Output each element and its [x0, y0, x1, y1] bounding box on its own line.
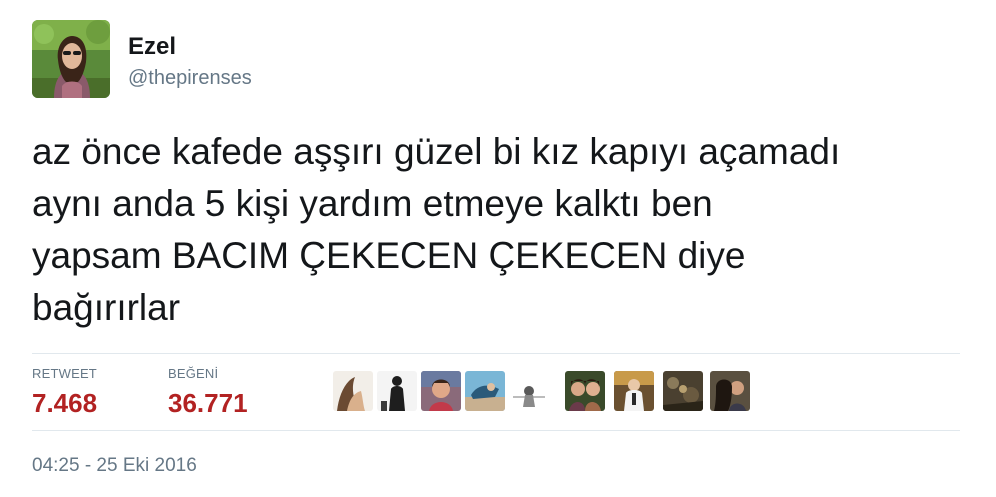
retweet-count[interactable]: 7.468 — [32, 388, 97, 418]
liker-avatar[interactable] — [377, 371, 417, 411]
tweet-card: Ezel @thepirenses az önce kafede aşşırı … — [0, 0, 996, 497]
tweet-text: az önce kafede aşşırı güzel bi kız kapıy… — [32, 131, 841, 328]
user-avatar-icon — [614, 371, 654, 411]
user-avatar-icon — [465, 371, 505, 411]
display-name[interactable]: Ezel — [128, 33, 176, 61]
like-stat[interactable]: BEĞENİ 36.771 — [168, 366, 248, 418]
retweet-label: RETWEET — [32, 366, 97, 381]
user-avatar-icon — [565, 371, 605, 411]
user-avatar-icon — [509, 371, 549, 411]
liker-avatar[interactable] — [663, 371, 703, 411]
user-avatar-icon — [663, 371, 703, 411]
liker-avatar[interactable] — [421, 371, 461, 411]
liker-avatar[interactable] — [710, 371, 750, 411]
user-handle[interactable]: @thepirenses — [128, 66, 252, 90]
avatar-photo-icon — [32, 20, 110, 98]
user-avatar-icon — [710, 371, 750, 411]
liker-avatar[interactable] — [465, 371, 505, 411]
liker-avatar[interactable] — [509, 371, 549, 411]
tweet-timestamp[interactable]: 04:25 - 25 Eki 2016 — [32, 455, 197, 477]
user-avatar-icon — [421, 371, 461, 411]
divider — [32, 353, 960, 354]
liker-avatar[interactable] — [333, 371, 373, 411]
like-count[interactable]: 36.771 — [168, 388, 248, 418]
liker-avatar[interactable] — [565, 371, 605, 411]
retweet-stat[interactable]: RETWEET 7.468 — [32, 366, 97, 418]
liker-avatar[interactable] — [614, 371, 654, 411]
divider — [32, 430, 960, 431]
user-avatar-icon — [377, 371, 417, 411]
user-avatar-icon — [333, 371, 373, 411]
profile-avatar[interactable] — [32, 20, 110, 98]
like-label: BEĞENİ — [168, 366, 219, 381]
